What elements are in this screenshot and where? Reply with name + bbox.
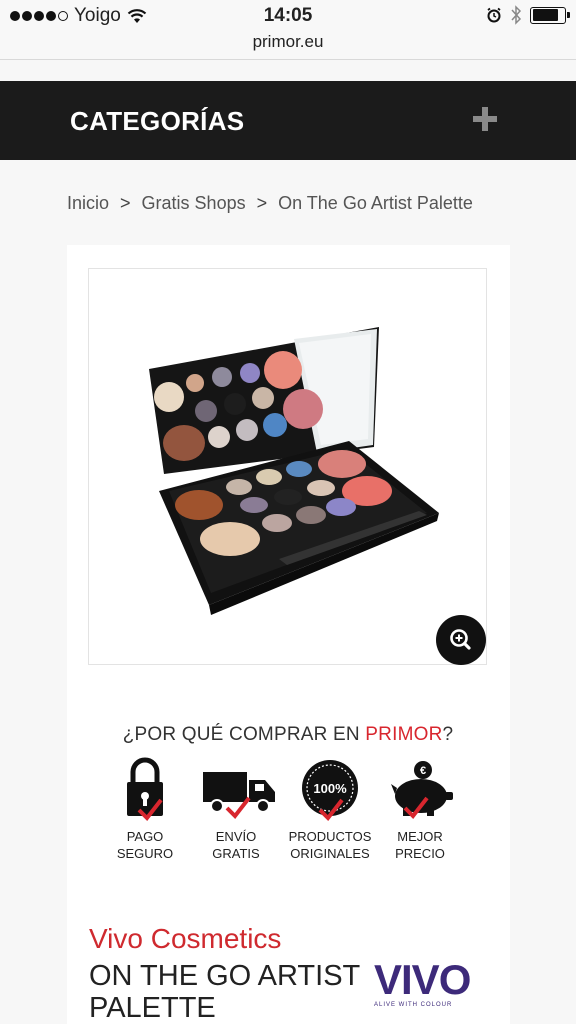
palette-image [149,327,439,615]
breadcrumb-current: On The Go Artist Palette [278,193,473,213]
why-buy-heading: ¿POR QUÉ COMPRAR EN PRIMOR? [0,724,576,746]
why-buy-suffix: ? [442,724,454,745]
why-buy-brand: PRIMOR [365,724,443,745]
url-bar[interactable]: primor.eu [0,32,576,52]
status-right [486,5,570,25]
breadcrumb: Inicio > Gratis Shops > On The Go Artist… [67,193,473,214]
bluetooth-icon [511,5,522,25]
breadcrumb-separator: > [256,193,268,213]
padlock-icon [127,757,163,822]
benefit-line: PRECIO [395,846,445,861]
breadcrumb-separator: > [120,193,131,213]
breadcrumb-gratis-shops[interactable]: Gratis Shops [142,193,246,214]
zoom-button[interactable] [436,615,486,665]
brand-logo-text: VIVO [374,956,471,1003]
breadcrumb-home[interactable]: Inicio [67,193,109,214]
alarm-icon [487,7,501,23]
benefit-line: MEJOR [397,829,443,844]
why-buy-prefix: ¿POR QUÉ COMPRAR EN [122,724,366,745]
plus-icon[interactable] [473,107,497,131]
status-bar: Yoigo 14:05 primor.eu [0,0,576,60]
piggy-bank-icon: € [391,761,453,820]
seal-100-icon: 100% [302,760,358,822]
product-brand[interactable]: Vivo Cosmetics [89,923,281,955]
brand-logo[interactable]: VIVO ALIVE WITH COLOUR [374,956,478,1009]
product-name: ON THE GO ARTIST PALETTE [89,960,360,1024]
benefit-best-price: € MEJOR PRECIO [365,756,475,862]
zoom-in-icon [450,629,471,650]
seal-badge-text: 100% [313,781,347,796]
categories-bar[interactable]: CATEGORÍAS [0,81,576,160]
truck-icon [203,772,275,820]
battery-icon [530,6,570,24]
categories-title: CATEGORÍAS [70,106,245,136]
product-image[interactable] [88,268,487,665]
svg-text:€: € [420,765,426,777]
